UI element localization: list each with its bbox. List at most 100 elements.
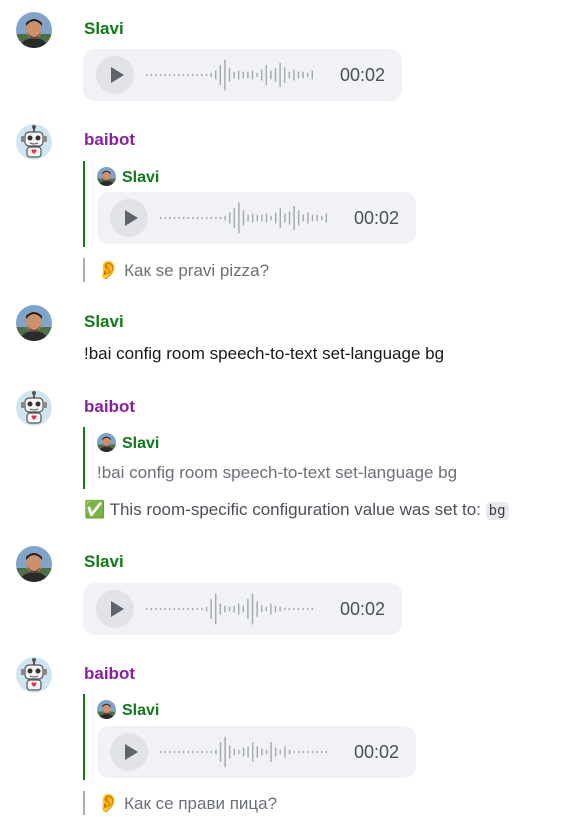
- waveform-bar: [288, 607, 290, 611]
- avatar[interactable]: [16, 657, 52, 693]
- waveform-bar: [173, 216, 176, 220]
- waveform-bar: [275, 747, 277, 757]
- waveform-bar: [302, 750, 304, 754]
- play-icon[interactable]: [96, 590, 134, 628]
- waveform-bar: [150, 607, 152, 611]
- voice-message: 00:02: [97, 726, 416, 778]
- waveform-bar: [311, 214, 314, 222]
- waveform-bar: [215, 70, 217, 80]
- duration: 00:02: [354, 742, 400, 762]
- waveform-bar: [242, 605, 244, 613]
- reply-quote-bar: [83, 694, 85, 780]
- confirm-text: ✅ This room-specific configuration value…: [84, 500, 481, 519]
- transcript-text: Как se pravi pizza?: [124, 261, 270, 280]
- waveform[interactable]: [146, 591, 316, 627]
- waveform-bar: [284, 213, 286, 223]
- waveform-bar: [321, 750, 323, 754]
- waveform-bar: [251, 70, 254, 80]
- waveform-bar: [242, 747, 245, 757]
- waveform-bar: [150, 73, 152, 77]
- waveform-bar: [159, 607, 162, 611]
- waveform-bar: [261, 748, 263, 756]
- waveform-bar: [178, 216, 180, 220]
- waveform-bar: [247, 214, 249, 222]
- waveform[interactable]: [146, 57, 316, 93]
- reply-sender[interactable]: Slavi: [97, 167, 159, 188]
- waveform-bar: [201, 607, 203, 611]
- transcript: 👂 Как се прави пица?: [97, 792, 277, 815]
- waveform-bar: [325, 750, 327, 754]
- play-icon[interactable]: [110, 199, 148, 237]
- waveform-bar: [293, 607, 295, 611]
- waveform-bar: [293, 205, 295, 231]
- waveform-bar: [238, 202, 240, 234]
- avatar[interactable]: [16, 12, 52, 48]
- waveform-bar: [261, 214, 263, 222]
- waveform-bar: [201, 73, 203, 77]
- waveform-bar: [164, 73, 166, 77]
- waveform-bar: [247, 71, 249, 79]
- waveform-bar: [192, 750, 194, 754]
- sender-name[interactable]: Slavi: [84, 552, 124, 572]
- waveform-bar: [238, 70, 240, 80]
- waveform-bar: [311, 750, 314, 754]
- reply-quote-bar: [83, 161, 85, 247]
- waveform-bar: [238, 603, 240, 615]
- play-icon[interactable]: [96, 56, 134, 94]
- avatar[interactable]: [16, 546, 52, 582]
- reply-sender-name: Slavi: [122, 169, 160, 186]
- waveform-bar: [169, 73, 171, 77]
- waveform-bar: [297, 607, 300, 611]
- avatar[interactable]: [16, 305, 52, 341]
- sender-name[interactable]: baibot: [84, 130, 135, 150]
- duration: 00:02: [340, 599, 386, 619]
- waveform-bar: [242, 71, 244, 79]
- transcript-bar: [83, 791, 85, 815]
- waveform-bar: [247, 599, 249, 619]
- reply-sender[interactable]: Slavi: [97, 433, 159, 454]
- waveform-bar: [275, 212, 277, 224]
- waveform-bar: [215, 216, 217, 220]
- avatar[interactable]: [16, 390, 52, 426]
- avatar: [97, 433, 116, 452]
- waveform-bar: [251, 593, 254, 625]
- waveform-bar: [155, 73, 157, 77]
- waveform-bar: [219, 65, 221, 85]
- waveform-bar: [169, 216, 171, 220]
- waveform-bar: [224, 736, 226, 768]
- waveform-bar: [288, 749, 291, 755]
- waveform-bar: [307, 212, 309, 224]
- waveform-bar: [265, 213, 268, 223]
- waveform-bar: [205, 73, 208, 77]
- voice-message: 00:02: [83, 49, 402, 101]
- waveform-bar: [242, 210, 245, 226]
- waveform-bar: [307, 750, 309, 754]
- waveform[interactable]: [160, 734, 330, 770]
- waveform-bar: [307, 72, 309, 78]
- sender-name[interactable]: Slavi: [84, 19, 124, 39]
- waveform-bar: [173, 750, 176, 754]
- waveform-bar: [192, 73, 194, 77]
- waveform[interactable]: [160, 200, 330, 236]
- waveform-bar: [201, 750, 203, 754]
- reply-text: !bai config room speech-to-text set-lang…: [97, 463, 458, 482]
- sender-name[interactable]: baibot: [84, 397, 135, 417]
- waveform-bar: [233, 748, 235, 756]
- waveform-bar: [279, 62, 281, 88]
- confirmation-text: ✅ This room-specific configuration value…: [84, 499, 509, 522]
- waveform-bar: [201, 216, 203, 220]
- avatar[interactable]: [16, 124, 52, 160]
- reply-sender-name: Slavi: [122, 702, 160, 719]
- reply-sender[interactable]: Slavi: [97, 700, 159, 721]
- sender-name[interactable]: baibot: [84, 664, 135, 684]
- waveform-bar: [288, 71, 290, 79]
- waveform-bar: [256, 746, 258, 758]
- waveform-bar: [196, 607, 198, 611]
- waveform-bar: [210, 750, 212, 754]
- waveform-bar: [279, 208, 281, 228]
- sender-name[interactable]: Slavi: [84, 312, 124, 332]
- duration: 00:02: [354, 208, 400, 228]
- play-icon[interactable]: [110, 733, 148, 771]
- transcript: 👂 Как se pravi pizza?: [97, 259, 269, 282]
- waveform-bar: [169, 607, 171, 611]
